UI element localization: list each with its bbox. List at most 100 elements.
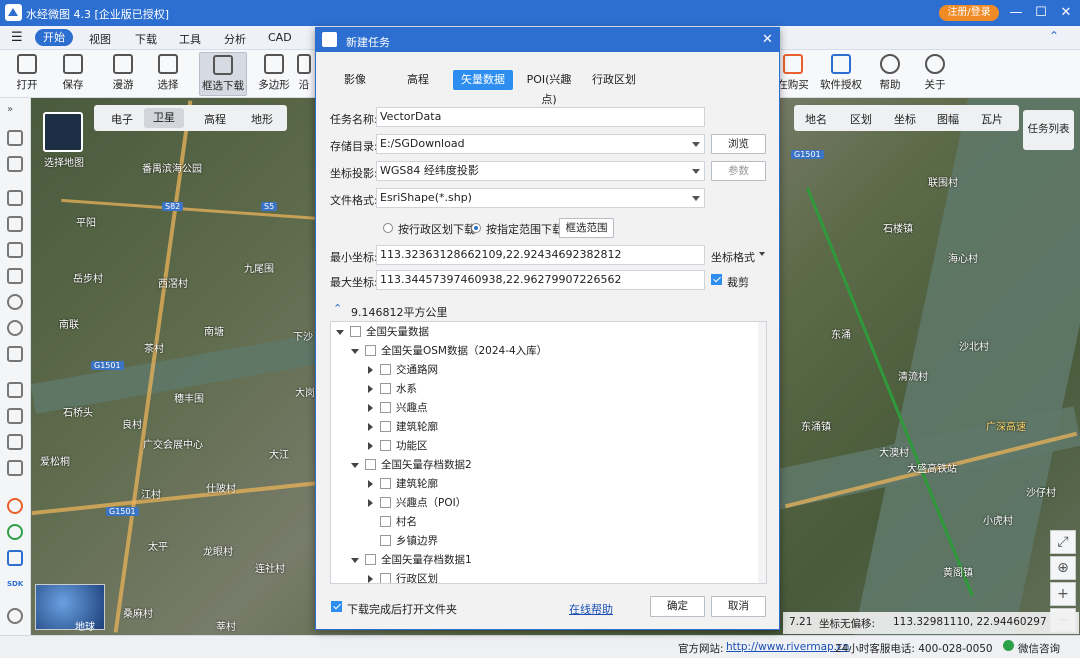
menu-download[interactable]: 下载	[135, 31, 157, 47]
pan-button[interactable]: 漫游	[100, 52, 146, 96]
tab-vector[interactable]: 矢量数据	[453, 70, 513, 90]
menu-view[interactable]: 视图	[89, 31, 111, 47]
tab-imagery[interactable]: 影像	[335, 70, 375, 90]
layer-admin[interactable]: 区划	[850, 111, 872, 127]
tree-checkbox[interactable]	[380, 478, 391, 489]
line-tool-icon[interactable]	[7, 216, 23, 232]
format-select[interactable]: EsriShape(*.shp)	[376, 188, 705, 208]
tree-checkbox[interactable]	[380, 497, 391, 508]
online-help-link[interactable]: 在线帮助	[569, 601, 613, 617]
browse-button[interactable]: 浏览	[711, 134, 766, 154]
text-tool-icon[interactable]	[7, 346, 23, 362]
clip-checkbox[interactable]	[711, 274, 722, 285]
tree-checkbox[interactable]	[380, 440, 391, 451]
tab-elevation[interactable]: 高程	[398, 70, 438, 90]
bus-tool-icon[interactable]	[7, 408, 23, 424]
tree-checkbox[interactable]	[365, 554, 376, 565]
close-icon[interactable]: ✕	[762, 32, 773, 47]
open-button[interactable]: 打开	[4, 52, 50, 96]
tree-checkbox[interactable]	[350, 326, 361, 337]
close-window-button[interactable]: ✕	[1055, 3, 1077, 23]
share-icon[interactable]	[7, 524, 23, 540]
zoom-in-button[interactable]: +	[1050, 582, 1076, 606]
menu-tools[interactable]: 工具	[179, 31, 201, 47]
params-button[interactable]: 参数	[711, 161, 766, 181]
tab-poi[interactable]: POI(兴趣点)	[519, 70, 579, 106]
map-type-electronic[interactable]: 电子	[111, 111, 133, 127]
about-button[interactable]: 关于	[912, 52, 958, 96]
circle-tool-icon[interactable]	[7, 294, 23, 310]
polygon-tool-icon[interactable]	[7, 242, 23, 258]
open-folder-checkbox[interactable]	[331, 601, 342, 612]
layer-tool-icon[interactable]	[7, 382, 23, 398]
layer-tiles[interactable]: 瓦片	[981, 111, 1003, 127]
cancel-button[interactable]: 取消	[711, 596, 766, 617]
hamburger-menu-icon[interactable]: ☰	[11, 30, 23, 45]
map-type-elevation[interactable]: 高程	[204, 111, 226, 127]
max-coord-input[interactable]: 113.34457397460938,22.96279907226562	[376, 270, 705, 290]
login-button[interactable]: 注册/登录	[939, 5, 999, 21]
app-logo-icon	[5, 4, 22, 21]
layer-toggle-bar: 地名 区划 坐标 图幅 瓦片	[794, 105, 1019, 131]
license-button[interactable]: 软件授权	[818, 52, 864, 96]
tree-checkbox[interactable]	[365, 459, 376, 470]
locate-icon[interactable]: ⊕	[1050, 556, 1076, 580]
rectangle-tool-icon[interactable]	[7, 268, 23, 284]
tab-admin[interactable]: 行政区划	[589, 70, 639, 90]
task-list-button[interactable]: 任务列表	[1023, 110, 1074, 150]
collapse-ribbon-icon[interactable]: ⌃	[1049, 29, 1059, 43]
tree-checkbox[interactable]	[380, 383, 391, 394]
save-dir-select[interactable]: E:/SGDownload	[376, 134, 705, 154]
measure-tool-icon[interactable]	[7, 434, 23, 450]
plugin-icon[interactable]	[7, 498, 23, 514]
box-download-button[interactable]: 框选下载	[199, 52, 247, 96]
landmark-label: 番禺滨海公园	[142, 164, 202, 175]
polygon-button[interactable]: 多边形	[251, 52, 297, 96]
select-tool-icon[interactable]	[7, 156, 23, 172]
hand-tool-icon[interactable]	[7, 130, 23, 146]
tree-checkbox[interactable]	[380, 402, 391, 413]
radio-range[interactable]	[471, 223, 481, 233]
layer-coords[interactable]: 坐标	[894, 111, 916, 127]
tree-checkbox[interactable]	[380, 364, 391, 375]
tree-checkbox[interactable]	[365, 345, 376, 356]
layer-sheets[interactable]: 图幅	[937, 111, 959, 127]
select-map-thumbnail[interactable]	[43, 112, 83, 152]
marker-tool-icon[interactable]	[7, 190, 23, 206]
minimize-button[interactable]: —	[1005, 3, 1027, 23]
select-button[interactable]: 选择	[145, 52, 191, 96]
tree-checkbox[interactable]	[380, 535, 391, 546]
box-select-button[interactable]: 框选范围	[559, 218, 614, 238]
projection-select[interactable]: WGS84 经纬度投影	[376, 161, 705, 181]
caret-down-icon	[351, 349, 359, 354]
map-type-satellite[interactable]: 卫星	[144, 108, 184, 128]
sector-tool-icon[interactable]	[7, 320, 23, 336]
radio-admin[interactable]	[383, 223, 393, 233]
maximize-button[interactable]: ☐	[1030, 3, 1052, 23]
collapse-up-icon[interactable]: ⌃	[333, 302, 342, 315]
wechat-link[interactable]: 微信咨询	[1018, 641, 1060, 656]
menu-analysis[interactable]: 分析	[224, 31, 246, 47]
along-button[interactable]: 沿	[294, 52, 314, 96]
map-type-terrain[interactable]: 地形	[251, 111, 273, 127]
task-name-input[interactable]: VectorData	[376, 107, 705, 127]
menu-start[interactable]: 开始	[35, 29, 73, 46]
sdk-icon[interactable]: SDK	[7, 580, 23, 596]
coord-format-dropdown[interactable]: 坐标格式	[711, 249, 755, 265]
profile-tool-icon[interactable]	[7, 460, 23, 476]
layer-placenames[interactable]: 地名	[805, 111, 827, 127]
mobile-icon[interactable]	[7, 550, 23, 566]
tree-scrollbar[interactable]	[758, 322, 766, 583]
min-coord-input[interactable]: 113.32363128662109,22.92434692382812	[376, 245, 705, 265]
tree-checkbox[interactable]	[380, 573, 391, 583]
ok-button[interactable]: 确定	[650, 596, 705, 617]
help-circle-icon[interactable]	[7, 608, 23, 624]
tree-checkbox[interactable]	[380, 421, 391, 432]
expand-icon[interactable]: »	[7, 104, 23, 120]
fullscreen-icon[interactable]: ⤢	[1050, 530, 1076, 554]
tree-checkbox[interactable]	[380, 516, 391, 527]
save-button[interactable]: 保存	[50, 52, 96, 96]
menu-cad[interactable]: CAD	[268, 31, 292, 44]
website-link[interactable]: http://www.rivermap.cn	[726, 641, 849, 653]
help-button[interactable]: 帮助	[867, 52, 913, 96]
